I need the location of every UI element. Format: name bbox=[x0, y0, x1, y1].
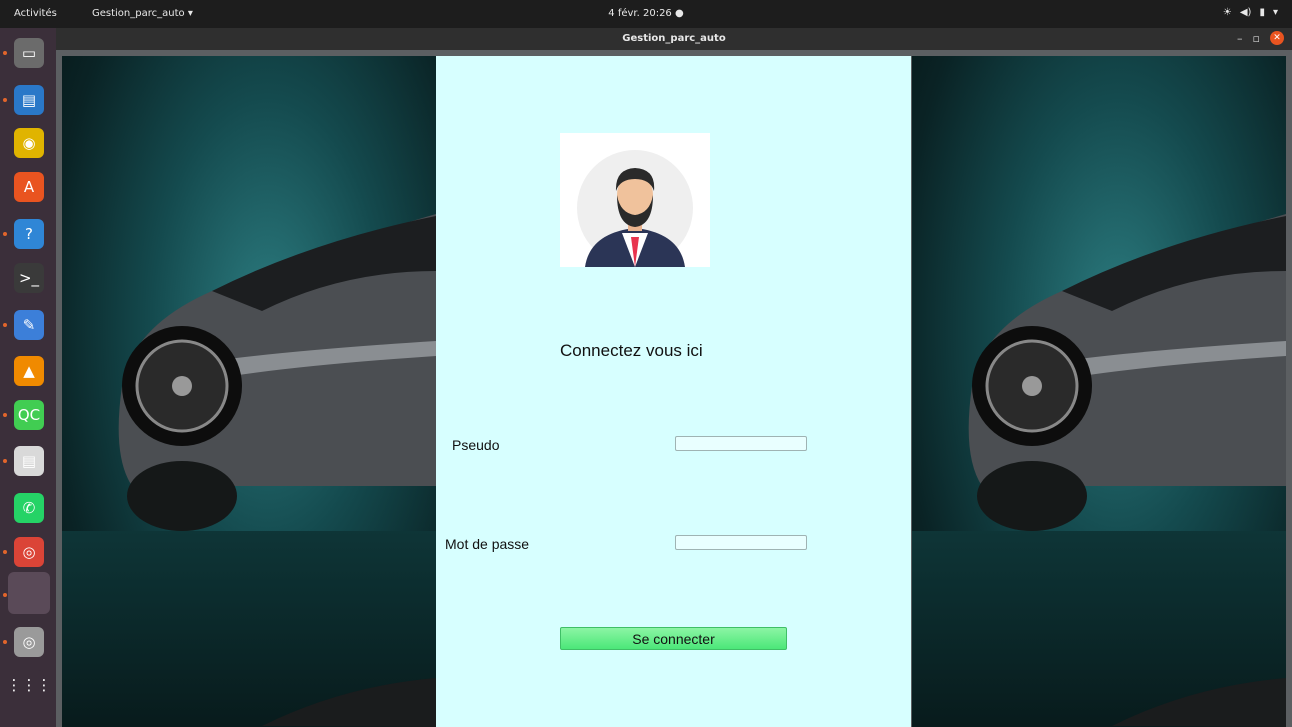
chrome-icon[interactable]: ◎ bbox=[14, 537, 44, 567]
restore-button[interactable]: ▫ bbox=[1253, 32, 1260, 45]
whatsapp-icon[interactable]: ✆ bbox=[14, 493, 44, 523]
writer-icon[interactable]: ▤ bbox=[14, 85, 44, 115]
app-menu[interactable]: Gestion_parc_auto ▾ bbox=[92, 8, 193, 19]
car-image-left bbox=[62, 56, 436, 727]
login-heading: Connectez vous ici bbox=[560, 341, 703, 360]
minimize-button[interactable]: – bbox=[1237, 32, 1243, 45]
document-viewer-icon[interactable]: ▤ bbox=[14, 446, 44, 476]
avatar bbox=[560, 133, 710, 267]
vlc-icon[interactable]: ▲ bbox=[14, 356, 44, 386]
battery-icon: ▮ bbox=[1259, 7, 1265, 18]
password-input[interactable] bbox=[675, 535, 807, 550]
window-title: Gestion_parc_auto bbox=[622, 33, 726, 44]
files-icon[interactable]: ▭ bbox=[14, 38, 44, 68]
rhythmbox-icon[interactable]: ◉ bbox=[14, 128, 44, 158]
qt-creator-icon[interactable]: QC bbox=[14, 400, 44, 430]
login-button[interactable]: Se connecter bbox=[560, 627, 787, 650]
app-grid-icon[interactable]: ⋮⋮⋮ bbox=[7, 670, 52, 700]
brightness-icon: ☀ bbox=[1222, 7, 1232, 18]
close-button[interactable]: ✕ bbox=[1270, 31, 1284, 45]
car-image-right bbox=[912, 56, 1286, 727]
running-indicator bbox=[3, 550, 7, 554]
running-indicator bbox=[3, 413, 7, 417]
volume-icon: ◀) bbox=[1239, 7, 1252, 18]
top-bar: Activités Gestion_parc_auto ▾ 4 févr. 20… bbox=[0, 0, 1292, 28]
disk-icon[interactable]: ◎ bbox=[14, 627, 44, 657]
password-label: Mot de passe bbox=[445, 536, 530, 552]
login-panel: Connectez vous ici Pseudo Mot de passe S… bbox=[436, 56, 911, 727]
running-indicator bbox=[3, 459, 7, 463]
terminal-icon[interactable]: >_ bbox=[14, 263, 44, 293]
window-content: Connectez vous ici Pseudo Mot de passe S… bbox=[56, 50, 1292, 727]
user-avatar-icon bbox=[577, 150, 693, 267]
window-titlebar: Gestion_parc_auto – ▫ ✕ bbox=[56, 28, 1292, 50]
running-indicator bbox=[3, 98, 7, 102]
running-indicator bbox=[3, 593, 7, 597]
running-indicator bbox=[3, 51, 7, 55]
pseudo-label: Pseudo bbox=[452, 437, 500, 453]
pseudo-input[interactable] bbox=[675, 436, 807, 451]
running-indicator bbox=[3, 640, 7, 644]
dock: ▭ ▤ ◉ A? >_ ✎ ▲ QC ▤ ✆ ◎ ◎ ⋮⋮⋮ bbox=[0, 28, 56, 727]
clock[interactable]: 4 févr. 20:26 ● bbox=[0, 8, 1292, 19]
running-indicator bbox=[3, 232, 7, 236]
text-editor-icon[interactable]: ✎ bbox=[14, 310, 44, 340]
chevron-down-icon: ▾ bbox=[1272, 7, 1278, 18]
help-icon[interactable]: ? bbox=[14, 219, 44, 249]
software-icon[interactable]: A bbox=[14, 172, 44, 202]
activities-button[interactable]: Activités bbox=[14, 8, 57, 19]
active-window-icon[interactable] bbox=[8, 572, 50, 614]
system-tray[interactable]: ☀ ◀) ▮ ▾ bbox=[1223, 7, 1278, 18]
running-indicator bbox=[3, 323, 7, 327]
